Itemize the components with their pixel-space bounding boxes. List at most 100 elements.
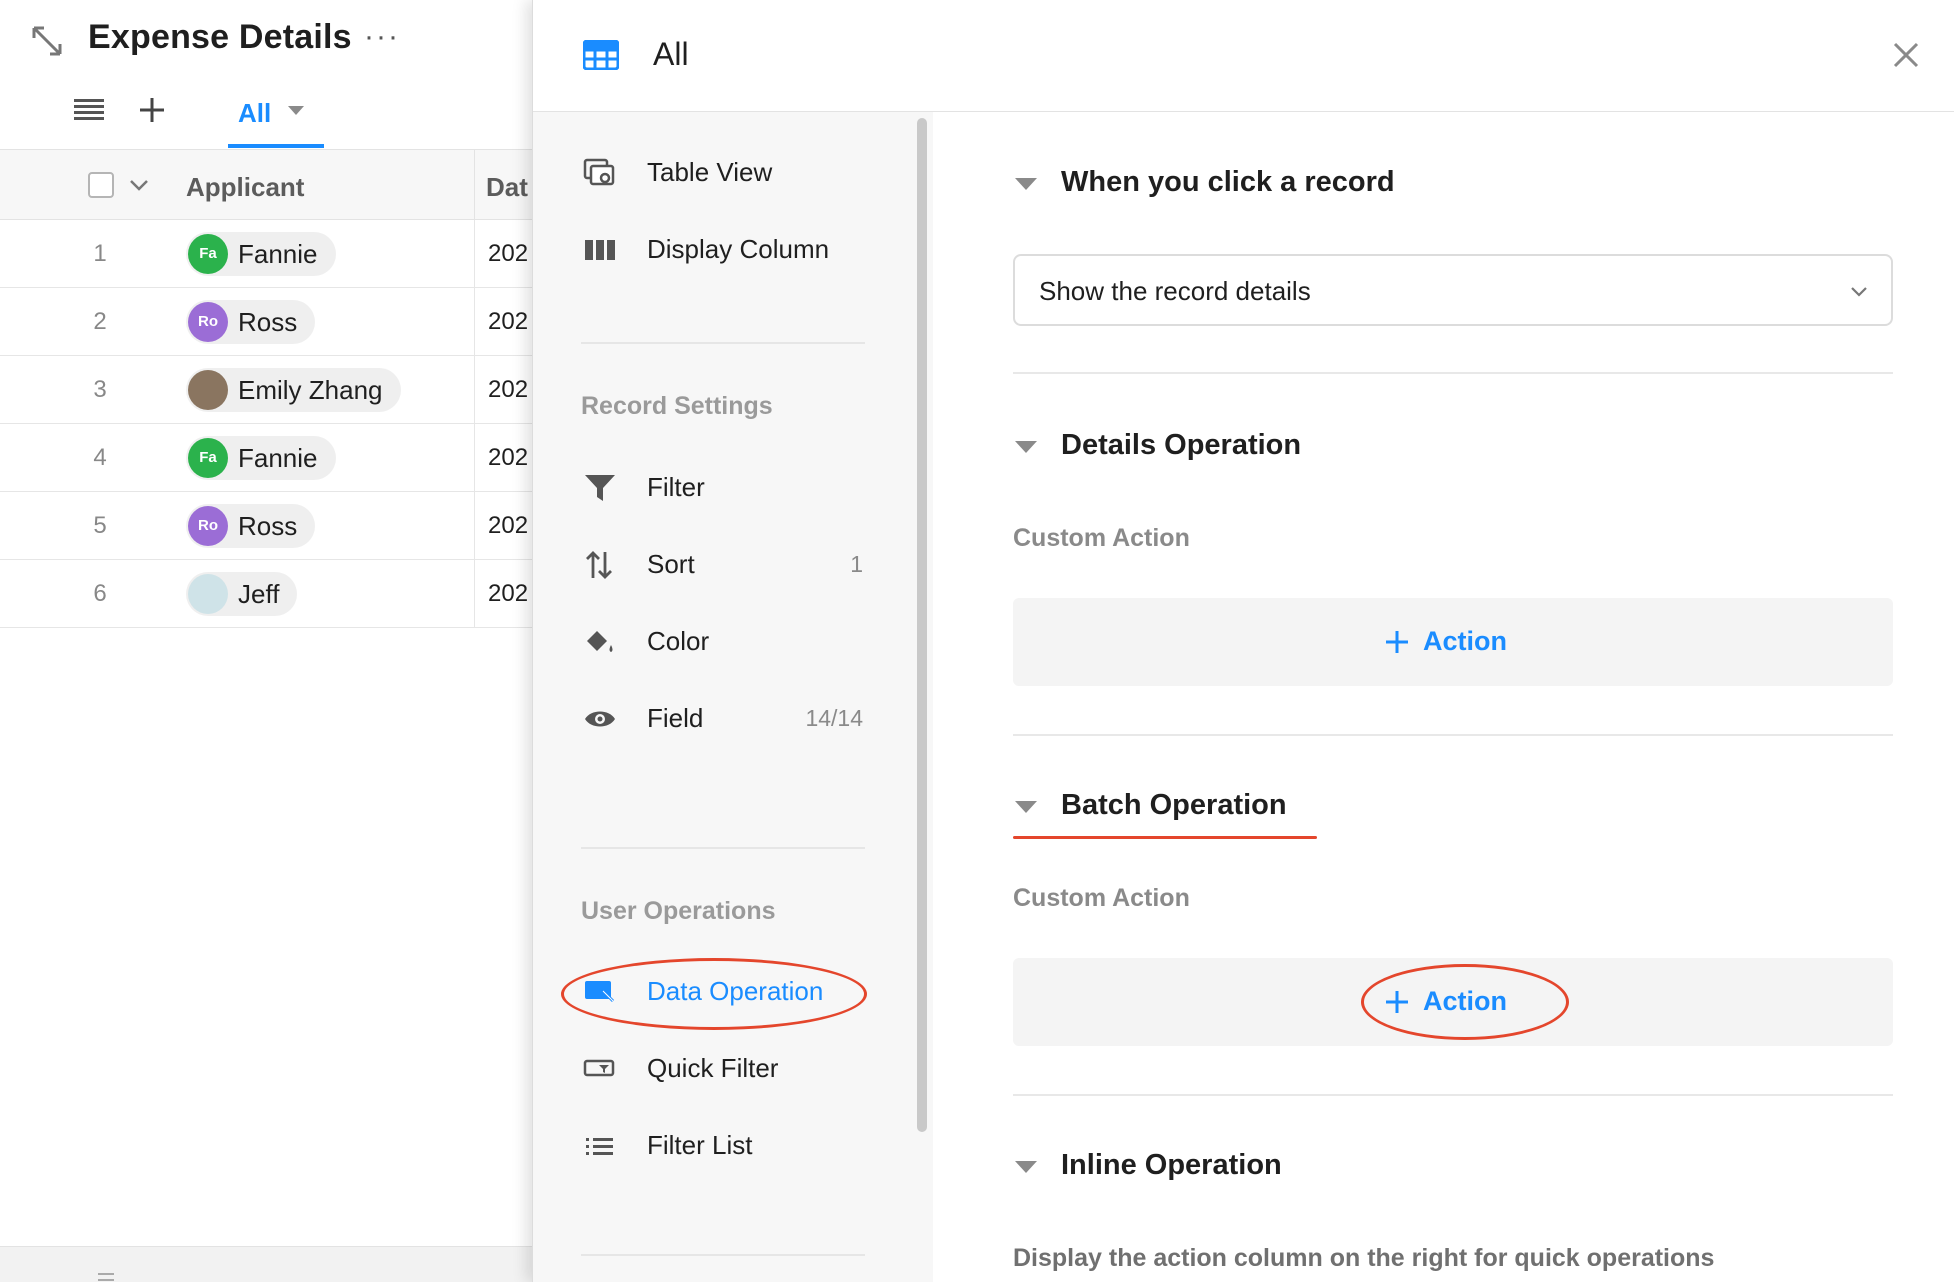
- table-row[interactable]: 6 Jeff 202: [0, 560, 540, 628]
- date-cell[interactable]: 202: [488, 240, 528, 268]
- eye-icon: [585, 711, 615, 727]
- column-divider: [474, 288, 475, 356]
- applicant-name: Ross: [238, 307, 298, 337]
- annotation-underline: [1013, 836, 1317, 839]
- nav-label: Filter List: [647, 1130, 753, 1160]
- chevron-down-icon: [1851, 287, 1867, 297]
- date-cell[interactable]: 202: [488, 376, 528, 404]
- table-row[interactable]: 4 Fa Fannie 202: [0, 424, 540, 492]
- custom-action-label: Custom Action: [1013, 524, 1190, 552]
- nav-item-display-column[interactable]: Display Column: [533, 219, 933, 279]
- add-batch-action-button[interactable]: Action: [1385, 980, 1521, 1024]
- view-settings-drawer: All Table View Display Column Record Set…: [532, 0, 1954, 1282]
- date-cell[interactable]: 202: [488, 444, 528, 472]
- nav-label: Field: [647, 703, 704, 733]
- nav-section-user-operations: User Operations: [581, 897, 776, 925]
- column-header-date[interactable]: Dat: [486, 172, 528, 203]
- table-view-background: Expense Details ··· All Applicant Dat 1 F…: [0, 0, 540, 1282]
- quick-filter-icon: [583, 1059, 615, 1077]
- row-number: 6: [93, 580, 107, 607]
- tab-all[interactable]: All: [228, 92, 324, 148]
- section-title: When you click a record: [1061, 166, 1395, 198]
- row-number: 5: [93, 512, 107, 539]
- applicant-name: Ross: [238, 511, 298, 541]
- menu-icon[interactable]: [74, 98, 104, 122]
- sort-count: 1: [850, 551, 863, 577]
- data-operation-icon: [585, 981, 615, 1003]
- avatar: Ro: [188, 302, 228, 342]
- row-number: 4: [93, 444, 107, 471]
- drawer-header: All: [533, 0, 1954, 112]
- nav-item-sort[interactable]: Sort 1: [533, 534, 933, 594]
- applicant-chip[interactable]: Emily Zhang: [186, 368, 401, 412]
- nav-item-color[interactable]: Color: [533, 611, 933, 671]
- date-cell[interactable]: 202: [488, 308, 528, 336]
- settings-side-nav: Table View Display Column Record Setting…: [533, 112, 933, 1282]
- column-divider: [474, 150, 475, 220]
- close-icon[interactable]: [1891, 40, 1921, 70]
- table-footer: [0, 1246, 540, 1282]
- avatar: [188, 574, 228, 614]
- table-row[interactable]: 2 Ro Ross 202: [0, 288, 540, 356]
- sort-icon: [586, 551, 612, 579]
- drag-handle-icon[interactable]: [98, 1273, 114, 1281]
- avatar: [188, 370, 228, 410]
- add-view-icon[interactable]: [138, 96, 166, 124]
- click-record-select[interactable]: Show the record details: [1013, 254, 1893, 326]
- filter-icon: [585, 475, 615, 501]
- nav-label: Table View: [647, 157, 773, 187]
- applicant-chip[interactable]: Jeff: [186, 572, 298, 616]
- column-divider: [474, 220, 475, 288]
- nav-item-filter[interactable]: Filter: [533, 457, 933, 517]
- table-row[interactable]: 5 Ro Ross 202: [0, 492, 540, 560]
- nav-item-quick-filter[interactable]: Quick Filter: [533, 1038, 933, 1098]
- applicant-chip[interactable]: Fa Fannie: [186, 436, 336, 480]
- nav-label: Sort: [647, 549, 695, 579]
- nav-label: Filter: [647, 472, 705, 502]
- chevron-down-icon[interactable]: [128, 174, 150, 196]
- table-row[interactable]: 1 Fa Fannie 202: [0, 220, 540, 288]
- caret-down-icon: [288, 106, 304, 115]
- select-all-checkbox[interactable]: [88, 172, 114, 198]
- drawer-title: All: [653, 36, 689, 72]
- nav-item-field[interactable]: Field 14/14: [533, 688, 933, 748]
- nav-label: Data Operation: [647, 976, 824, 1006]
- nav-item-filter-list[interactable]: Filter List: [533, 1115, 933, 1175]
- plus-icon: [1386, 991, 1408, 1013]
- table-row[interactable]: 3 Emily Zhang 202: [0, 356, 540, 424]
- applicant-name: Jeff: [238, 579, 280, 609]
- page-title: Expense Details: [88, 18, 352, 56]
- details-action-area: Action: [1013, 598, 1893, 686]
- more-icon[interactable]: ···: [364, 20, 400, 54]
- date-cell[interactable]: 202: [488, 580, 528, 608]
- nav-item-data-operation[interactable]: Data Operation: [533, 961, 933, 1021]
- columns-icon: [585, 240, 615, 260]
- add-details-action-button[interactable]: Action: [1385, 620, 1521, 664]
- paint-bucket-icon: [587, 631, 613, 652]
- column-divider: [474, 424, 475, 492]
- nav-label: Display Column: [647, 234, 830, 264]
- nav-divider: [581, 1254, 865, 1256]
- collapse-triangle-icon: [1015, 178, 1037, 190]
- applicant-name: Fannie: [238, 443, 318, 473]
- collapse-triangle-icon: [1015, 1161, 1037, 1173]
- table-grid-icon: [583, 40, 619, 70]
- applicant-name: Fannie: [238, 239, 318, 269]
- plus-icon: [1386, 631, 1408, 653]
- collapse-triangle-icon: [1015, 441, 1037, 453]
- applicant-chip[interactable]: Ro Ross: [186, 504, 316, 548]
- table-view-icon: [583, 158, 615, 186]
- applicant-chip[interactable]: Ro Ross: [186, 300, 316, 344]
- column-divider: [474, 560, 475, 628]
- avatar: Fa: [188, 234, 228, 274]
- collapse-triangle-icon: [1015, 801, 1037, 813]
- row-number: 1: [93, 240, 107, 267]
- date-cell[interactable]: 202: [488, 512, 528, 540]
- nav-item-table-view[interactable]: Table View: [533, 142, 933, 202]
- action-label: Action: [1423, 986, 1507, 1016]
- column-header-applicant[interactable]: Applicant: [186, 172, 304, 203]
- nav-label: Color: [647, 626, 710, 656]
- expand-icon[interactable]: [30, 24, 66, 60]
- applicant-chip[interactable]: Fa Fannie: [186, 232, 336, 276]
- settings-panel: When you click a record Show the record …: [933, 112, 1954, 1282]
